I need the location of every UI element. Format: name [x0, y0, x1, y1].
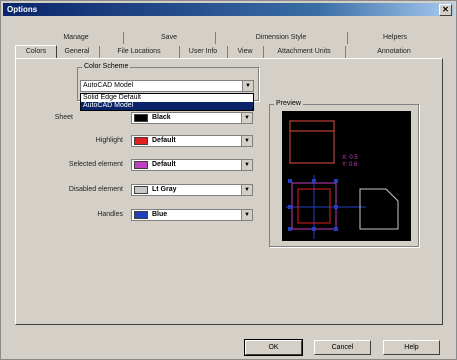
window-title: Options — [7, 5, 38, 14]
color-scheme-select[interactable]: AutoCAD Model ▼ — [80, 80, 254, 92]
chevron-down-icon[interactable]: ▼ — [241, 113, 252, 123]
handle-corner-tr — [334, 179, 338, 183]
tab-dimension-style[interactable]: Dimension Style — [215, 32, 346, 44]
color-scheme-dropdown: Solid Edge Default AutoCAD Model — [80, 93, 254, 111]
highlight-color-select[interactable]: Default ▼ — [131, 135, 253, 147]
handles-color-value: Blue — [152, 211, 168, 218]
disabled-color-value: Lt Gray — [152, 186, 177, 193]
handle-right — [334, 205, 338, 209]
element-label-sheet: Sheet — [54, 114, 73, 121]
preview-drawing: X: 0.5 Y: 0.6 — [286, 120, 399, 239]
selected-color-swatch — [134, 161, 148, 169]
color-scheme-value: AutoCAD Model — [83, 82, 134, 89]
tab-save[interactable]: Save — [123, 32, 214, 44]
preview-canvas: X: 0.5 Y: 0.6 — [282, 111, 411, 241]
tab-colors[interactable]: Colors — [15, 45, 57, 59]
highlight-rect — [289, 120, 335, 164]
chevron-down-icon[interactable]: ▼ — [241, 185, 252, 195]
handle-corner-br — [334, 227, 338, 231]
element-label-handles: Handles — [97, 211, 123, 218]
tab-helpers[interactable]: Helpers — [347, 32, 442, 44]
chevron-down-icon[interactable]: ▼ — [242, 81, 253, 91]
close-icon[interactable]: ✕ — [439, 4, 452, 16]
chevron-down-icon[interactable]: ▼ — [241, 160, 252, 170]
handles-color-swatch — [134, 211, 148, 219]
highlight-color-swatch — [134, 137, 148, 145]
dropdown-option[interactable]: Solid Edge Default — [81, 94, 253, 102]
selected-color-value: Default — [152, 161, 176, 168]
handle-left — [288, 205, 292, 209]
help-button[interactable]: Help — [383, 340, 440, 355]
handles-color-select[interactable]: Blue ▼ — [131, 209, 253, 221]
dropdown-option-selected[interactable]: AutoCAD Model — [81, 102, 253, 110]
sheet-color-swatch — [134, 114, 148, 122]
title-bar: Options ✕ — [3, 3, 454, 16]
selected-color-select[interactable]: Default ▼ — [131, 159, 253, 171]
ok-button[interactable]: OK — [244, 339, 303, 356]
color-scheme-label: Color Scheme — [82, 63, 131, 70]
preview-readout-x: X: 0.5 — [342, 155, 358, 161]
handle-corner-bl — [288, 227, 292, 231]
tab-file-locations[interactable]: File Locations — [99, 46, 178, 58]
tab-general[interactable]: General — [57, 46, 97, 58]
chevron-down-icon[interactable]: ▼ — [241, 136, 252, 146]
chevron-down-icon[interactable]: ▼ — [241, 210, 252, 220]
highlight-color-value: Default — [152, 137, 176, 144]
element-label-highlight: Highlight — [95, 137, 123, 144]
sheet-color-value: Black — [152, 114, 171, 121]
tab-attachment-units[interactable]: Attachment Units — [263, 46, 344, 58]
tab-annotation[interactable]: Annotation — [345, 46, 442, 58]
disabled-color-select[interactable]: Lt Gray ▼ — [131, 184, 253, 196]
tab-view[interactable]: View — [227, 46, 262, 58]
preview-label: Preview — [274, 100, 303, 107]
element-label-selected: Selected element — [68, 161, 123, 168]
disabled-color-swatch — [134, 186, 148, 194]
element-label-disabled: Disabled element — [68, 186, 123, 193]
tab-user-info[interactable]: User Info — [179, 46, 226, 58]
sheet-color-select[interactable]: Black ▼ — [131, 112, 253, 124]
handle-corner-tl — [288, 179, 292, 183]
preview-readout-y: Y: 0.6 — [342, 162, 358, 168]
tab-manage[interactable]: Manage — [31, 32, 121, 44]
handle-top — [312, 179, 316, 183]
tab-row-back: Manage Save Dimension Style Helpers — [31, 32, 441, 44]
disabled-shape — [359, 188, 399, 230]
options-dialog: Options ✕ Manage Save Dimension Style He… — [0, 0, 457, 360]
cancel-button[interactable]: Cancel — [314, 340, 371, 355]
tab-row-front: Colors General File Locations User Info … — [15, 45, 443, 59]
handle-bottom — [312, 227, 316, 231]
